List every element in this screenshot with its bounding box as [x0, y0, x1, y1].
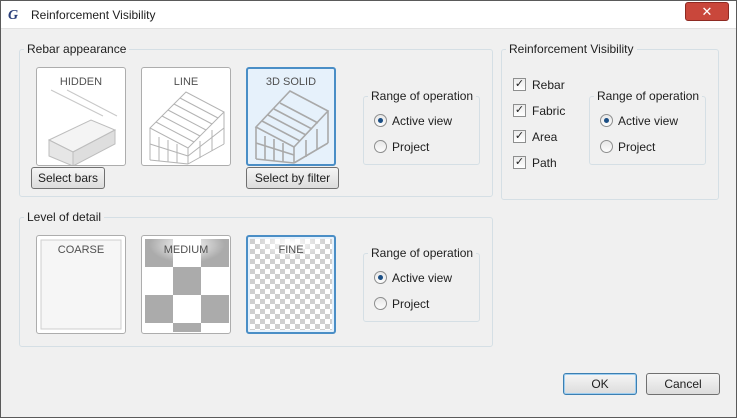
hidden-mode-tile[interactable]: HIDDEN [36, 67, 126, 166]
detail-project-radio[interactable]: Project [374, 297, 429, 313]
rebar-checkbox[interactable]: ✓ Rebar [513, 78, 565, 94]
area-checkbox[interactable]: ✓ Area [513, 130, 557, 146]
checkbox-indicator: ✓ [513, 78, 526, 92]
visibility-range-legend: Range of operation [597, 89, 700, 103]
medium-tile-label: MEDIUM [163, 244, 209, 256]
3d-solid-tile-label: 3D SOLID [265, 76, 317, 88]
visibility-active-view-label: Active view [618, 114, 679, 128]
close-button[interactable]: ✕ [685, 2, 729, 21]
coarse-tile-label: COARSE [57, 244, 105, 256]
fabric-checkbox-label: Fabric [532, 104, 566, 118]
detail-active-view-radio[interactable]: Active view [374, 271, 452, 287]
radio-indicator [374, 114, 387, 128]
window-title: Reinforcement Visibility [31, 8, 156, 22]
rebar-checkbox-label: Rebar [532, 78, 565, 92]
detail-active-view-label: Active view [392, 271, 453, 285]
radio-indicator [600, 140, 613, 154]
checkbox-indicator: ✓ [513, 156, 526, 170]
line-tile-label: LINE [173, 76, 199, 88]
app-logo-icon: G [8, 8, 19, 23]
radio-indicator [374, 297, 387, 311]
line-mode-tile[interactable]: LINE [141, 67, 231, 166]
rebar-project-label: Project [392, 140, 430, 154]
reinforcement-visibility-legend: Reinforcement Visibility [509, 42, 634, 56]
hidden-tile-label: HIDDEN [59, 76, 103, 88]
path-checkbox-label: Path [532, 156, 557, 170]
fine-tile-label: FINE [278, 244, 304, 256]
rebar-project-radio[interactable]: Project [374, 140, 429, 156]
detail-project-label: Project [392, 297, 430, 311]
rebar-appearance-legend: Rebar appearance [27, 42, 127, 56]
medium-detail-tile[interactable]: MEDIUM [141, 235, 231, 334]
rebar-active-view-radio[interactable]: Active view [374, 114, 452, 130]
fine-detail-tile[interactable]: FINE [246, 235, 336, 334]
path-checkbox[interactable]: ✓ Path [513, 156, 557, 172]
select-by-filter-button[interactable]: Select by filter [246, 167, 339, 189]
coarse-detail-tile[interactable]: COARSE [36, 235, 126, 334]
visibility-project-radio[interactable]: Project [600, 140, 655, 156]
ok-button[interactable]: OK [563, 373, 637, 395]
rebar-active-view-label: Active view [392, 114, 453, 128]
level-of-detail-legend: Level of detail [27, 210, 102, 224]
select-bars-button[interactable]: Select bars [31, 167, 105, 189]
radio-indicator [374, 271, 387, 285]
fabric-checkbox[interactable]: ✓ Fabric [513, 104, 565, 120]
title-bar[interactable]: G Reinforcement Visibility ✕ [1, 1, 736, 29]
detail-range-legend: Range of operation [371, 246, 474, 260]
dialog-window: G Reinforcement Visibility ✕ Rebar appea… [0, 0, 737, 418]
3d-solid-mode-tile[interactable]: 3D SOLID [246, 67, 336, 166]
rebar-range-legend: Range of operation [371, 89, 474, 103]
checkbox-indicator: ✓ [513, 130, 526, 144]
cancel-button[interactable]: Cancel [646, 373, 720, 395]
radio-indicator [600, 114, 613, 128]
area-checkbox-label: Area [532, 130, 558, 144]
checkbox-indicator: ✓ [513, 104, 526, 118]
visibility-active-view-radio[interactable]: Active view [600, 114, 678, 130]
radio-indicator [374, 140, 387, 154]
visibility-project-label: Project [618, 140, 656, 154]
